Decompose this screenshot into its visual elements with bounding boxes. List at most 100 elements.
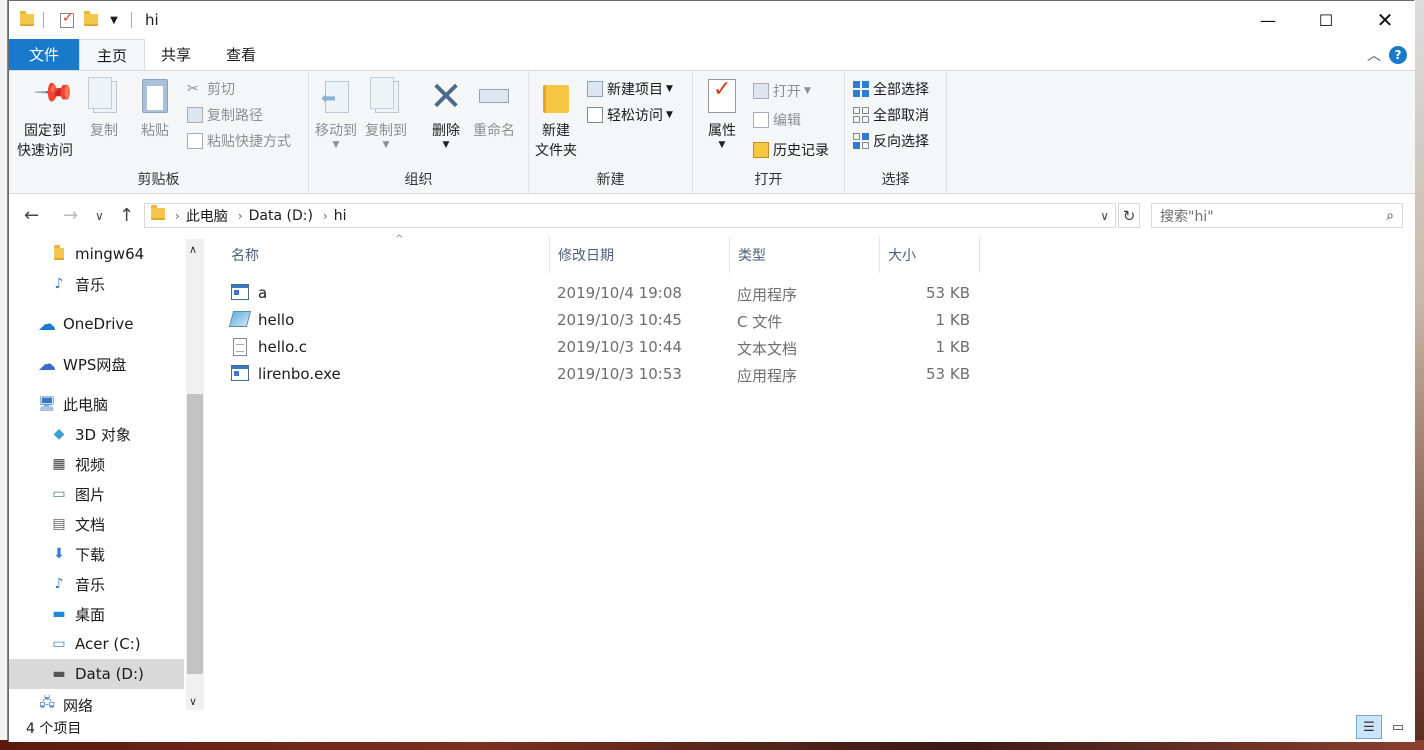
file-name: lirenbo.exe — [258, 365, 341, 383]
invert-selection-button[interactable]: 反向选择 — [853, 129, 929, 153]
nav-scrollbar[interactable]: ∧ ∨ — [186, 239, 204, 710]
breadcrumb-this-pc[interactable]: 此电脑 — [186, 206, 228, 226]
recent-locations-chevron-icon[interactable]: ∨ — [95, 209, 104, 223]
file-type: 文本文档 — [737, 340, 798, 358]
nav-item-music[interactable]: ♪ 音乐 — [9, 269, 184, 299]
properties-chevron-icon: ▼ — [718, 140, 726, 150]
clipboard-group: 📌 固定到 快速访问 复制 粘贴 ✂ 剪切 复制路径 粘贴快捷方式 剪贴板 — [9, 71, 309, 193]
app-icon — [231, 365, 249, 381]
file-row[interactable]: hello.c 2019/10/3 10:44 文本文档 1 KB — [231, 334, 991, 361]
easy-access-chevron-icon: ▼ — [666, 110, 673, 120]
breadcrumb-data-drive[interactable]: Data (D:) — [249, 208, 313, 224]
delete-chevron-icon: ▼ — [442, 140, 450, 150]
nav-item-network[interactable]: 🖧 网络 — [9, 695, 184, 712]
details-view-button[interactable]: ☰ — [1356, 715, 1382, 739]
new-folder-button[interactable]: 新建 文件夹 — [535, 77, 577, 161]
window-title: hi — [145, 11, 159, 29]
large-icons-view-button[interactable]: ▭ — [1385, 715, 1411, 739]
breadcrumb-separator-icon[interactable]: › — [175, 209, 180, 223]
cut-button[interactable]: ✂ 剪切 — [187, 77, 235, 101]
back-arrow-icon[interactable]: ← — [24, 205, 39, 226]
address-dropdown-chevron-icon[interactable]: ∨ — [1100, 209, 1109, 223]
tab-share[interactable]: 共享 — [149, 39, 203, 70]
nav-item-downloads[interactable]: ⬇ 下载 — [9, 539, 184, 569]
column-header-size[interactable]: 大小 — [880, 237, 980, 273]
search-icon[interactable]: ⌕ — [1386, 208, 1394, 224]
file-row[interactable]: a 2019/10/4 19:08 应用程序 53 KB — [231, 280, 991, 307]
invert-selection-label: 反向选择 — [873, 134, 929, 150]
scroll-down-chevron-icon[interactable]: ∨ — [189, 695, 197, 708]
breadcrumb-hi[interactable]: hi — [334, 208, 347, 224]
file-size: 1 KB — [935, 311, 970, 329]
new-folder-quick-icon[interactable] — [83, 10, 99, 30]
organize-group: ⬅ 移动到 ▼ 复制到 ▼ ✕ 删除 ▼ 重命名 组织 — [309, 71, 529, 193]
collapse-ribbon-chevron-icon[interactable]: ︿ — [1367, 45, 1381, 65]
cloud-icon: ☁ — [38, 353, 56, 375]
edit-button[interactable]: 编辑 — [753, 108, 801, 132]
open-group-label: 打开 — [754, 172, 783, 188]
minimize-button[interactable]: — — [1239, 1, 1297, 39]
breadcrumb-separator-icon[interactable]: › — [238, 209, 243, 223]
pin-quick-access-button[interactable]: 📌 固定到 快速访问 — [17, 70, 77, 161]
ribbon-tabs: 文件 主页 共享 查看 ︿ ? — [9, 39, 1415, 71]
search-input[interactable]: 搜索"hi" ⌕ — [1151, 203, 1403, 228]
select-none-button[interactable]: 全部取消 — [853, 103, 929, 127]
up-arrow-icon[interactable]: ↑ — [119, 205, 134, 226]
nav-item-documents[interactable]: ▤ 文档 — [9, 509, 184, 539]
download-icon: ⬇ — [53, 546, 65, 562]
rename-button[interactable]: 重命名 — [473, 77, 515, 141]
open-button[interactable]: 打开 ▼ — [753, 79, 811, 103]
nav-item-mingw64[interactable]: mingw64 — [9, 239, 184, 269]
address-bar[interactable]: › 此电脑 › Data (D:) › hi ∨ — [144, 203, 1116, 228]
tab-home[interactable]: 主页 — [79, 39, 145, 71]
column-header-type[interactable]: 类型 — [730, 237, 880, 273]
forward-arrow-icon[interactable]: → — [63, 205, 78, 226]
nav-item-this-pc[interactable]: 🖥 此电脑 — [9, 389, 184, 419]
history-button[interactable]: 历史记录 — [753, 138, 829, 162]
onedrive-icon: ☁ — [38, 313, 56, 335]
file-row[interactable]: lirenbo.exe 2019/10/3 10:53 应用程序 53 KB — [231, 361, 991, 388]
nav-item-onedrive[interactable]: ☁ OneDrive — [9, 309, 184, 339]
nav-item-drive-c[interactable]: ▭ Acer (C:) — [9, 629, 184, 659]
nav-item-3d-objects[interactable]: ◆ 3D 对象 — [9, 419, 184, 449]
select-all-button[interactable]: 全部选择 — [853, 77, 929, 101]
properties-quick-icon[interactable] — [59, 10, 75, 30]
tab-view[interactable]: 查看 — [213, 39, 269, 70]
new-group-label: 新建 — [596, 172, 625, 188]
file-name: hello — [258, 311, 295, 329]
nav-item-drive-d[interactable]: ▬ Data (D:) — [9, 659, 184, 689]
file-row[interactable]: hello 2019/10/3 10:45 C 文件 1 KB — [228, 307, 991, 334]
nav-scrollbar-thumb[interactable] — [187, 394, 203, 674]
new-item-button[interactable]: 新建项目 ▼ — [587, 77, 673, 101]
copy-button[interactable]: 复制 — [87, 77, 121, 141]
nav-item-desktop[interactable]: ▬ 桌面 — [9, 599, 184, 629]
breadcrumb-separator-icon[interactable]: › — [323, 209, 328, 223]
drive-icon: ▬ — [52, 666, 66, 682]
file-type: C 文件 — [737, 313, 783, 331]
column-header-date[interactable]: 修改日期 — [550, 237, 730, 273]
tab-file[interactable]: 文件 — [9, 39, 79, 70]
column-header-name[interactable]: 名称 ^ — [223, 234, 550, 273]
properties-button[interactable]: 属性 ▼ — [705, 77, 739, 150]
easy-access-button[interactable]: 轻松访问 ▼ — [587, 103, 673, 127]
nav-item-videos[interactable]: ▦ 视频 — [9, 449, 184, 479]
maximize-button[interactable]: ☐ — [1297, 1, 1355, 39]
nav-item-label: 网络 — [63, 697, 94, 712]
nav-item-wps-drive[interactable]: ☁ WPS网盘 — [9, 349, 184, 379]
music-icon: ♪ — [54, 576, 64, 592]
nav-item-music-2[interactable]: ♪ 音乐 — [9, 569, 184, 599]
refresh-button[interactable]: ↻ — [1118, 203, 1140, 228]
copy-path-button[interactable]: 复制路径 — [187, 103, 263, 127]
paste-shortcut-button[interactable]: 粘贴快捷方式 — [187, 129, 291, 153]
scroll-up-chevron-icon[interactable]: ∧ — [189, 243, 197, 256]
nav-item-pictures[interactable]: ▭ 图片 — [9, 479, 184, 509]
customize-toolbar-chevron-icon[interactable]: ▼ — [107, 10, 121, 30]
video-icon: ▦ — [52, 456, 66, 472]
close-button[interactable]: ✕ — [1356, 1, 1414, 39]
help-button[interactable]: ? — [1389, 46, 1407, 64]
paste-button[interactable]: 粘贴 — [138, 77, 172, 141]
pin-icon: 📌 — [32, 70, 77, 116]
copy-to-button[interactable]: 复制到 ▼ — [365, 77, 407, 150]
delete-button[interactable]: ✕ 删除 ▼ — [429, 77, 463, 150]
move-to-button[interactable]: ⬅ 移动到 ▼ — [315, 77, 357, 150]
